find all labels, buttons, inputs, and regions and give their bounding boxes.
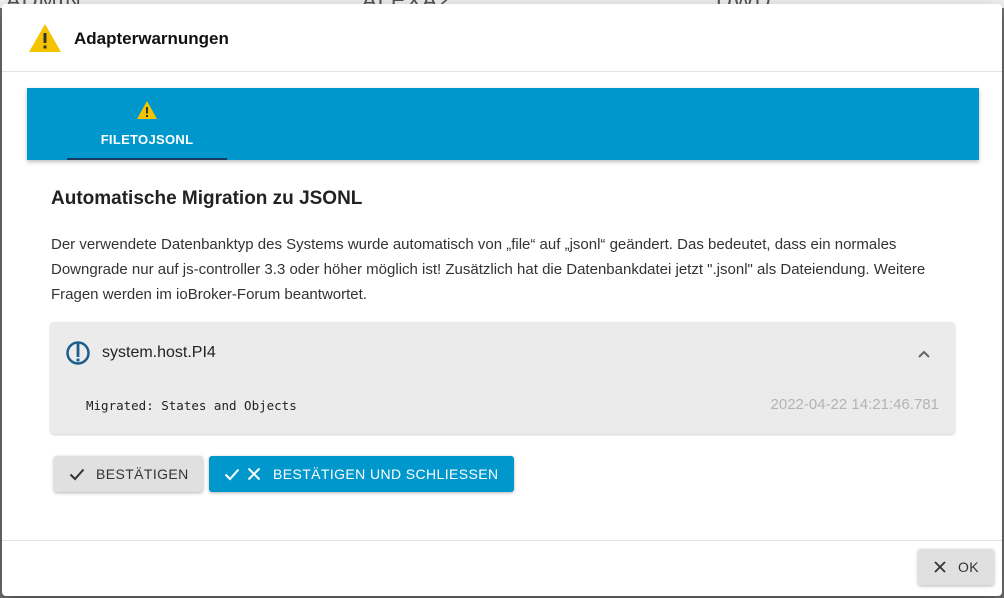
confirm-button[interactable]: BESTÄTIGEN — [54, 456, 203, 492]
log-timestamp: 2022-04-22 14:21:46.781 — [770, 396, 939, 413]
message-title: Automatische Migration zu JSONL — [51, 188, 363, 209]
log-message: Migrated: States and Objects — [86, 398, 297, 413]
warning-icon — [29, 24, 61, 52]
host-name: system.host.PI4 — [102, 344, 216, 361]
host-message-card: system.host.PI4 Migrated: States and Obj… — [50, 322, 955, 434]
close-icon — [247, 467, 261, 481]
ok-button-label: OK — [958, 559, 980, 575]
tab-selected-indicator — [67, 158, 227, 160]
adapter-tabs: FILETOJSONL — [27, 88, 979, 160]
ok-button[interactable]: OK — [918, 549, 994, 585]
warning-icon — [137, 101, 157, 119]
message-body: Der verwendete Datenbanktyp des Systems … — [51, 236, 926, 303]
adapter-warnings-dialog: Adapterwarnungen FILETOJSONL Automatisch… — [2, 4, 1002, 596]
dialog-title: Adapterwarnungen — [74, 29, 229, 48]
iobroker-logo-icon — [66, 341, 90, 365]
confirm-and-close-button-label: BESTÄTIGEN UND SCHLIESSEN — [273, 466, 499, 482]
dialog-footer: OK — [2, 540, 1002, 596]
confirm-and-close-button[interactable]: BESTÄTIGEN UND SCHLIESSEN — [209, 456, 514, 492]
chevron-up-icon[interactable] — [914, 344, 934, 364]
tab-label: FILETOJSONL — [100, 132, 194, 147]
check-icon — [69, 468, 85, 481]
tab-filetojsonl[interactable]: FILETOJSONL — [67, 88, 227, 160]
close-icon — [934, 561, 946, 573]
dialog-header: Adapterwarnungen — [2, 4, 1002, 72]
confirm-button-label: BESTÄTIGEN — [96, 466, 189, 482]
check-icon — [224, 468, 240, 481]
